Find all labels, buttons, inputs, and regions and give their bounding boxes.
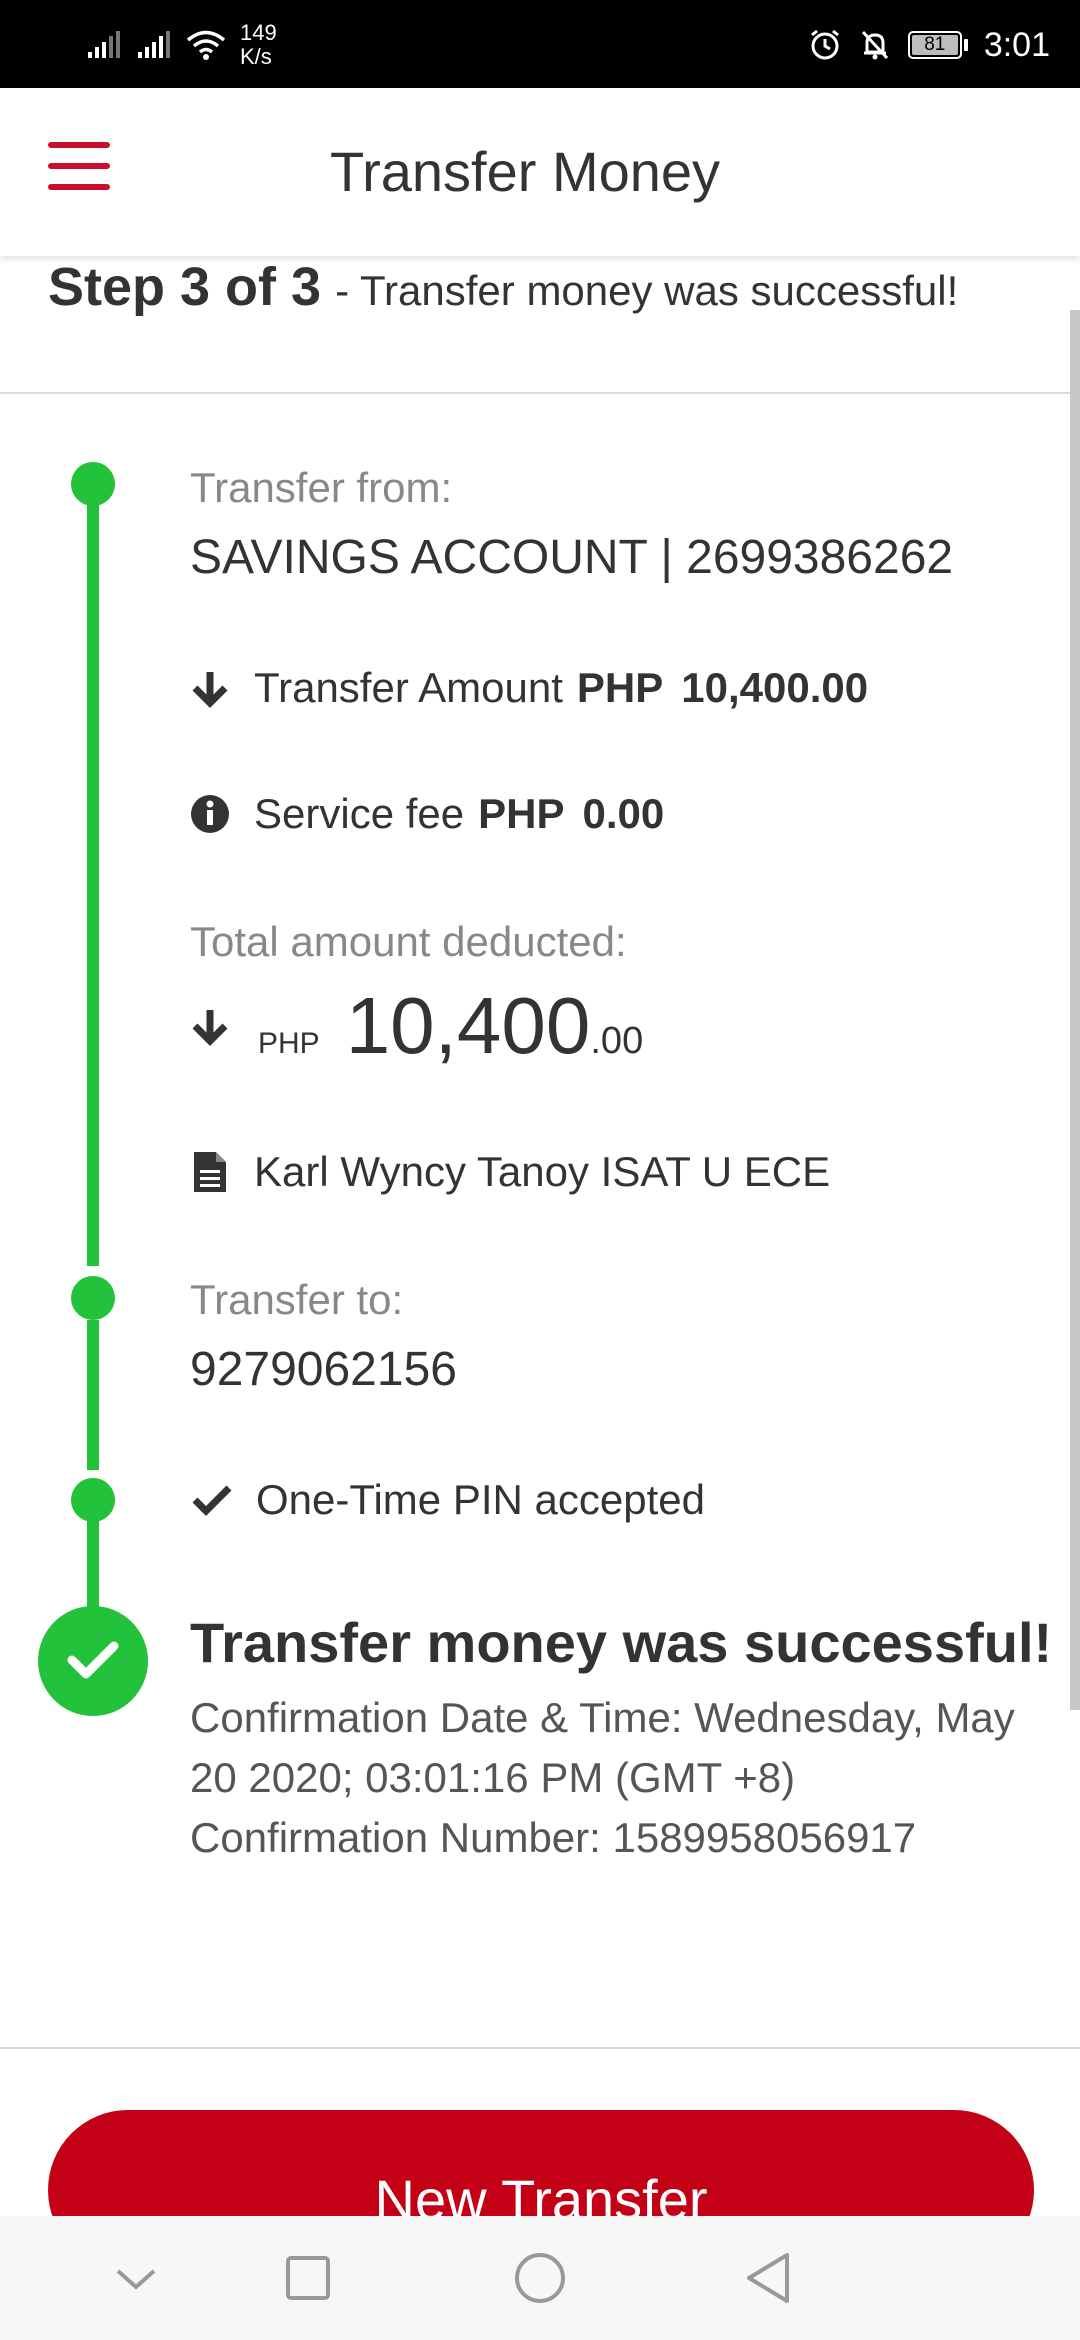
- arrow-down-icon: [190, 668, 230, 708]
- timeline-dot: [71, 1276, 115, 1320]
- timeline-line: [87, 1520, 99, 1620]
- info-icon: [190, 794, 230, 834]
- system-nav-bar: [0, 2216, 1080, 2340]
- step-message: - Transfer money was successful!: [335, 267, 959, 314]
- notifications-off-icon: [861, 30, 888, 60]
- network-speed: 149 K/s: [240, 21, 277, 69]
- total-currency: PHP: [258, 1027, 320, 1060]
- transfer-to-number: 9279062156: [190, 1343, 457, 1396]
- step-indicator: Step 3 of 3 - Transfer money was success…: [0, 256, 1080, 394]
- success-title: Transfer money was successful!: [190, 1611, 1053, 1674]
- otp-row: One-Time PIN accepted: [190, 1476, 705, 1524]
- document-icon: [190, 1152, 230, 1192]
- service-fee-value: 0.00: [582, 790, 665, 837]
- alarm-icon: [810, 29, 839, 60]
- page-title: Transfer Money: [329, 140, 721, 203]
- note-text: Karl Wyncy Tanoy ISAT U ECE: [254, 1148, 831, 1195]
- confirmation-date: Confirmation Date & Time: Wednesday, May…: [190, 1694, 1015, 1801]
- timeline-dot: [71, 462, 115, 506]
- timeline-line: [87, 484, 99, 1266]
- transfer-amount-row: Transfer Amount PHP 10,400.00: [190, 664, 868, 712]
- status-right: 81 3:01: [808, 20, 1050, 70]
- wifi-icon: [186, 30, 226, 60]
- service-fee-label: Service fee: [254, 790, 465, 837]
- timeline-line: [87, 1320, 99, 1470]
- otp-text: One-Time PIN accepted: [256, 1476, 705, 1523]
- transfer-from-account: SAVINGS ACCOUNT | 2699386262: [190, 531, 954, 584]
- status-left: 149 K/s: [86, 20, 277, 70]
- transfer-amount-label: Transfer Amount: [254, 664, 563, 711]
- transfer-from-label: Transfer from:: [190, 464, 453, 511]
- back-triangle-icon[interactable]: [736, 2246, 800, 2310]
- app-header: Transfer Money: [0, 88, 1080, 256]
- clock: 3:01: [983, 25, 1050, 64]
- signal-icon: [88, 31, 120, 58]
- total-amount-whole: 10,400: [345, 981, 591, 1070]
- recents-square-icon[interactable]: [276, 2246, 340, 2310]
- scrollbar[interactable]: [1070, 310, 1080, 1710]
- signal-icon: [138, 31, 170, 58]
- confirmation-number: Confirmation Number: 1589958056917: [190, 1814, 917, 1861]
- success-check-icon: [38, 1606, 148, 1716]
- transfer-to-label: Transfer to:: [190, 1276, 404, 1323]
- total-amount-cents: .00: [590, 1020, 644, 1062]
- step-label: Step 3 of 3: [48, 257, 322, 317]
- status-bar: 149 K/s 81 3:01: [0, 0, 1080, 88]
- transfer-amount-currency: PHP: [576, 664, 664, 711]
- network-speed-value: 149: [240, 20, 277, 45]
- timeline-dot: [71, 1478, 115, 1522]
- total-amount-row: PHP 10,400 .00: [190, 980, 643, 1072]
- note-row: Karl Wyncy Tanoy ISAT U ECE: [190, 1148, 830, 1196]
- total-label: Total amount deducted:: [190, 918, 627, 965]
- battery-icon: 81: [907, 31, 968, 59]
- transfer-amount-value: 10,400.00: [681, 664, 869, 711]
- check-icon: [192, 1480, 232, 1520]
- service-fee-row: Service fee PHP 0.00: [190, 790, 664, 838]
- chevron-down-icon[interactable]: [104, 2246, 168, 2310]
- home-circle-icon[interactable]: [508, 2246, 572, 2310]
- arrow-down-icon: [190, 1006, 230, 1046]
- network-speed-unit: K/s: [240, 44, 272, 69]
- service-fee-currency: PHP: [478, 790, 565, 837]
- confirmation-details: Confirmation Date & Time: Wednesday, May…: [190, 1688, 1030, 1868]
- battery-level: 81: [911, 35, 958, 55]
- divider: [0, 2047, 1080, 2049]
